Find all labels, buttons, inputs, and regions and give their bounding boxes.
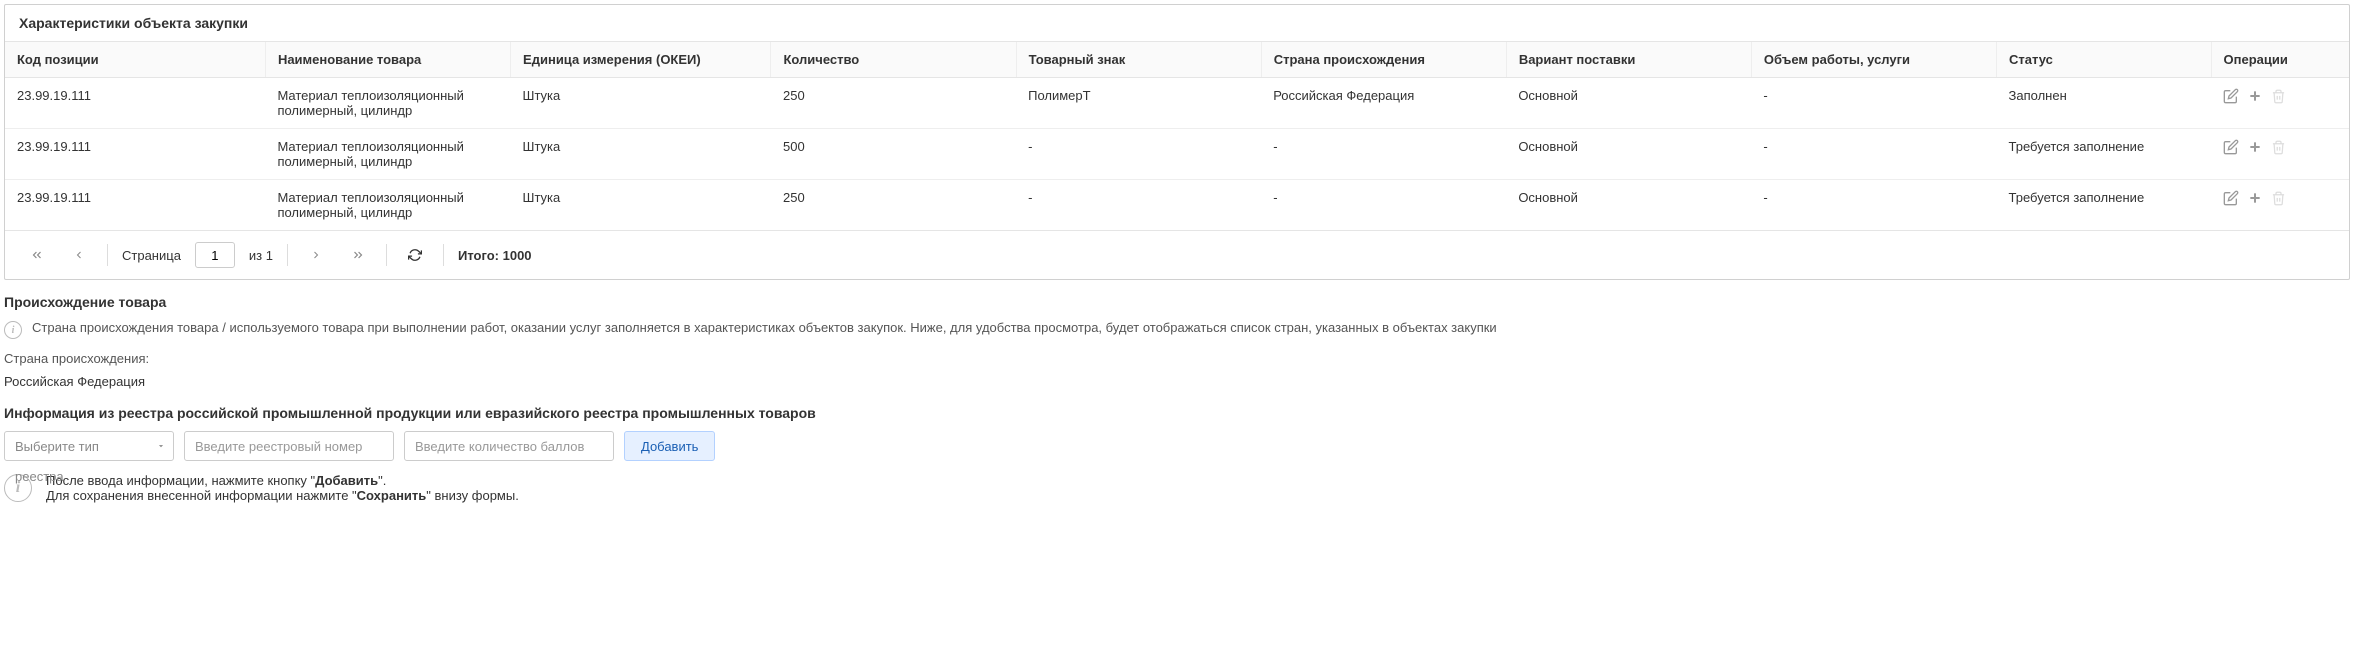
cell-variant: Основной	[1506, 78, 1751, 129]
pager-page-label: Страница	[122, 248, 181, 263]
table-row: 23.99.19.111Материал теплоизоляционный п…	[5, 78, 2349, 129]
cell-volume: -	[1751, 180, 1996, 231]
cell-unit: Штука	[511, 129, 771, 180]
pager-separator	[287, 244, 288, 266]
th-qty[interactable]: Количество	[771, 42, 1016, 78]
cell-country: Российская Федерация	[1261, 78, 1506, 129]
trash-icon[interactable]	[2271, 89, 2286, 104]
pager-refresh-button[interactable]	[401, 241, 429, 269]
cell-qty: 500	[771, 129, 1016, 180]
th-volume[interactable]: Объем работы, услуги	[1751, 42, 1996, 78]
cell-ops	[2211, 78, 2349, 129]
registry-form-row: Выберите тип реестра Добавить	[4, 431, 2350, 461]
th-variant[interactable]: Вариант поставки	[1506, 42, 1751, 78]
cell-status: Требуется заполнение	[1997, 180, 2211, 231]
registry-points-input[interactable]	[404, 431, 614, 461]
table-row: 23.99.19.111Материал теплоизоляционный п…	[5, 180, 2349, 231]
cell-ops	[2211, 129, 2349, 180]
table-row: 23.99.19.111Материал теплоизоляционный п…	[5, 129, 2349, 180]
trash-icon[interactable]	[2271, 140, 2286, 155]
panel-title: Характеристики объекта закупки	[5, 5, 2349, 42]
edit-icon[interactable]	[2223, 139, 2239, 155]
registry-hint-text: После ввода информации, нажмите кнопку "…	[46, 473, 519, 503]
characteristics-table: Код позиции Наименование товара Единица …	[5, 42, 2349, 230]
pager-page-input[interactable]	[195, 242, 235, 268]
cell-unit: Штука	[511, 78, 771, 129]
cell-volume: -	[1751, 129, 1996, 180]
pager-prev-button[interactable]	[65, 241, 93, 269]
cell-name: Материал теплоизоляционный полимерный, ц…	[265, 78, 510, 129]
pager-separator	[443, 244, 444, 266]
pager-separator	[107, 244, 108, 266]
origin-info-row: i Страна происхождения товара / использу…	[4, 320, 2350, 339]
origin-country-label: Страна происхождения:	[4, 351, 2350, 366]
cell-qty: 250	[771, 78, 1016, 129]
registry-number-input[interactable]	[184, 431, 394, 461]
cell-code: 23.99.19.111	[5, 180, 265, 231]
plus-icon[interactable]	[2247, 139, 2263, 155]
origin-country-value: Российская Федерация	[4, 374, 2350, 389]
characteristics-panel: Характеристики объекта закупки Код позиц…	[4, 4, 2350, 280]
registry-title: Информация из реестра российской промышл…	[4, 405, 2350, 421]
cell-status: Требуется заполнение	[1997, 129, 2211, 180]
edit-icon[interactable]	[2223, 190, 2239, 206]
cell-unit: Штука	[511, 180, 771, 231]
pager: Страница из 1 Итого: 1000	[5, 230, 2349, 279]
th-country[interactable]: Страна происхождения	[1261, 42, 1506, 78]
cell-code: 23.99.19.111	[5, 78, 265, 129]
th-status[interactable]: Статус	[1997, 42, 2211, 78]
pager-next-button[interactable]	[302, 241, 330, 269]
cell-name: Материал теплоизоляционный полимерный, ц…	[265, 180, 510, 231]
edit-icon[interactable]	[2223, 88, 2239, 104]
th-brand[interactable]: Товарный знак	[1016, 42, 1261, 78]
pager-total-label: Итого: 1000	[458, 248, 532, 263]
cell-country: -	[1261, 180, 1506, 231]
cell-brand: ПолимерТ	[1016, 78, 1261, 129]
cell-status: Заполнен	[1997, 78, 2211, 129]
cell-variant: Основной	[1506, 180, 1751, 231]
th-name[interactable]: Наименование товара	[265, 42, 510, 78]
th-code[interactable]: Код позиции	[5, 42, 265, 78]
add-button[interactable]: Добавить	[624, 431, 715, 461]
origin-title: Происхождение товара	[4, 294, 2350, 310]
pager-separator	[386, 244, 387, 266]
cell-code: 23.99.19.111	[5, 129, 265, 180]
cell-qty: 250	[771, 180, 1016, 231]
plus-icon[interactable]	[2247, 88, 2263, 104]
th-ops[interactable]: Операции	[2211, 42, 2349, 78]
cell-brand: -	[1016, 180, 1261, 231]
cell-brand: -	[1016, 129, 1261, 180]
pager-of-label: из 1	[249, 248, 273, 263]
info-icon: i	[4, 321, 22, 339]
cell-volume: -	[1751, 78, 1996, 129]
plus-icon[interactable]	[2247, 190, 2263, 206]
cell-variant: Основной	[1506, 129, 1751, 180]
cell-name: Материал теплоизоляционный полимерный, ц…	[265, 129, 510, 180]
registry-type-value: Выберите тип реестра	[4, 431, 174, 461]
cell-country: -	[1261, 129, 1506, 180]
cell-ops	[2211, 180, 2349, 231]
origin-info-text: Страна происхождения товара / используем…	[32, 320, 1497, 335]
th-unit[interactable]: Единица измерения (ОКЕИ)	[511, 42, 771, 78]
pager-first-button[interactable]	[23, 241, 51, 269]
registry-type-select[interactable]: Выберите тип реестра	[4, 431, 174, 461]
pager-last-button[interactable]	[344, 241, 372, 269]
registry-hint: i После ввода информации, нажмите кнопку…	[4, 473, 2350, 503]
trash-icon[interactable]	[2271, 191, 2286, 206]
